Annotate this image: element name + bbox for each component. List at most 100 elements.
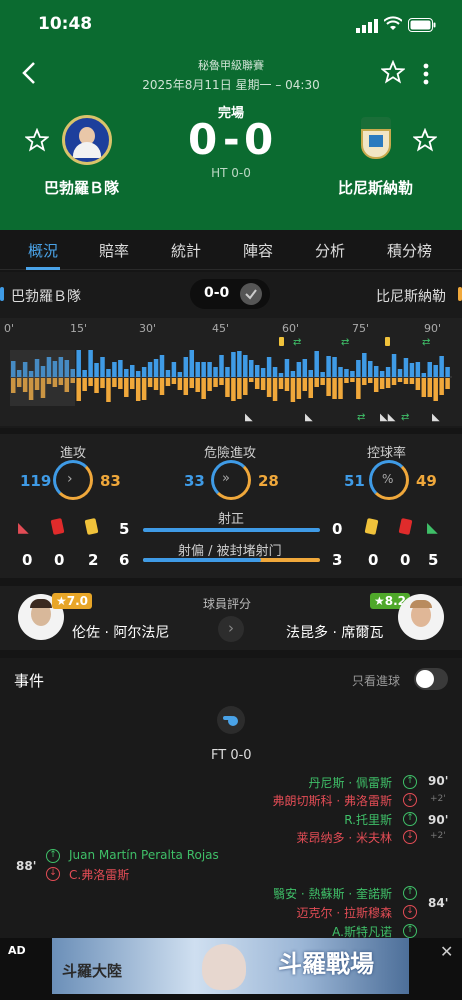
momentum-away-bar — [153, 378, 159, 390]
momentum-home-bar — [189, 350, 194, 377]
momentum-away-bar — [141, 378, 147, 400]
sub-in-icon: ↑ — [403, 886, 417, 900]
momentum-home-bar — [326, 356, 331, 377]
home-follow-star-icon[interactable] — [24, 127, 50, 156]
svg-text:⇄: ⇄ — [341, 337, 349, 348]
momentum-away-bar — [219, 378, 224, 385]
momentum-home-bar — [213, 367, 218, 377]
momentum-away-bar — [350, 378, 355, 382]
momentum-bars: ⇄ ⇄ ⇄ ◣ ◣ ⇄ ◣◣ ⇄ ◣ — [10, 337, 452, 423]
momentum-home-bar — [397, 369, 403, 377]
home-player-rating: ★7.0 — [52, 593, 93, 609]
momentum-home-bar — [272, 367, 278, 377]
tab-stats[interactable]: 統計 — [171, 240, 201, 261]
momentum-away-bar — [135, 378, 141, 401]
momentum-away-bar — [427, 378, 432, 397]
away-follow-star-icon[interactable] — [412, 127, 438, 156]
possession-label: 控球率 — [367, 446, 407, 461]
tab-bar: 概況 賠率 統計 陣容 分析 積分榜 — [0, 230, 462, 270]
momentum-away-team: 比尼斯納勒 — [376, 289, 446, 305]
player-ratings-card[interactable]: ★7.0 伦佐 · 阿尔法尼 球員評分 › 法昆多 · 席爾瓦 ★8.2 — [0, 586, 462, 650]
momentum-away-bar — [368, 378, 373, 383]
signal-icon — [356, 18, 378, 37]
event-minute: 90' — [428, 813, 449, 827]
tab-odds[interactable]: 賠率 — [99, 240, 129, 261]
events-card: 事件 只看進球 FT 0-0 丹尼斯 · 佩雷斯 ↑ 90' 弗朗切斯科 · 弗… — [0, 658, 462, 939]
momentum-away-bar — [290, 378, 296, 402]
momentum-away-bar — [314, 378, 319, 387]
tab-standings[interactable]: 積分榜 — [387, 240, 432, 261]
momentum-home-bar — [183, 357, 189, 377]
momentum-home-bar — [165, 370, 171, 377]
svg-text:⇄: ⇄ — [293, 337, 301, 348]
more-menu-icon[interactable] — [418, 62, 434, 90]
momentum-away-bar — [326, 378, 331, 396]
momentum-home-bar — [118, 360, 123, 377]
sub-out-player[interactable]: C.弗洛雷斯 — [69, 866, 129, 883]
favorite-star-icon[interactable] — [380, 59, 406, 88]
corner-flag-icon: ◣ — [427, 520, 438, 536]
sub-in-player[interactable]: R.托里斯 — [344, 811, 392, 828]
momentum-home-bar — [445, 367, 450, 377]
momentum-away-bar — [403, 378, 409, 384]
momentum-home-bar — [290, 371, 296, 377]
momentum-away-bar — [94, 378, 99, 393]
momentum-home-bar — [350, 371, 355, 377]
sub-in-player[interactable]: 丹尼斯 · 佩雷斯 — [309, 774, 392, 791]
momentum-away-bar — [147, 378, 153, 387]
momentum-score-pill: 0-0 — [190, 279, 270, 309]
momentum-home-bar — [112, 362, 117, 377]
close-icon[interactable]: ✕ — [440, 942, 453, 961]
attack-ring — [53, 460, 93, 500]
momentum-away-bar — [159, 378, 165, 395]
goals-only-toggle[interactable] — [414, 668, 448, 690]
red-card-icon — [50, 518, 65, 535]
away-team-logo[interactable] — [357, 117, 395, 163]
wifi-icon — [383, 16, 403, 36]
sub-out-player[interactable]: 莱昂纳多 · 米夫林 — [297, 829, 392, 846]
momentum-away-bar — [362, 378, 367, 385]
tab-analysis[interactable]: 分析 — [315, 240, 345, 261]
momentum-home-bar — [207, 362, 212, 377]
momentum-home-bar — [195, 362, 200, 377]
tab-lineups[interactable]: 陣容 — [243, 240, 273, 261]
momentum-home-bar — [368, 361, 373, 377]
ad-image[interactable]: 斗羅大陸 斗羅戰場 — [52, 938, 409, 994]
possession-away: 49 — [416, 472, 437, 490]
momentum-away-bar — [213, 378, 218, 387]
momentum-away-bar — [201, 378, 206, 399]
sub-in-player[interactable]: 翳安 · 熱蘇斯 · 奎諾斯 — [273, 885, 392, 902]
sub-in-icon: ↑ — [403, 775, 417, 789]
momentum-home-team: 巴勃羅Ｂ隊 — [11, 289, 81, 305]
away-player-name[interactable]: 法昆多 · 席爾瓦 — [286, 622, 383, 642]
momentum-home-bar — [308, 370, 313, 377]
momentum-home-bar — [379, 371, 385, 377]
tab-overview[interactable]: 概況 — [28, 240, 58, 261]
home-corners: 0 — [22, 551, 33, 569]
momentum-home-bar — [260, 368, 266, 377]
svg-text:◣: ◣ — [245, 412, 253, 423]
sub-out-player[interactable]: 迈克尔 · 拉斯穆森 — [297, 904, 392, 921]
ad-character-image — [202, 944, 246, 990]
red-card-icon — [398, 518, 413, 535]
yellow-card-icon — [364, 518, 379, 535]
momentum-home-bar — [302, 359, 308, 377]
momentum-home-bar — [124, 369, 129, 377]
momentum-away-bar — [88, 378, 93, 386]
events-title: 事件 — [14, 672, 45, 690]
momentum-away-bar — [320, 378, 325, 385]
sub-in-player[interactable]: Juan Martín Peralta Rojas — [69, 848, 219, 862]
home-player-name[interactable]: 伦佐 · 阿尔法尼 — [72, 622, 169, 642]
momentum-home-bar — [159, 355, 165, 377]
home-team-name[interactable]: 巴勃羅Ｂ隊 — [44, 177, 119, 198]
ad-banner[interactable]: AD 斗羅大陸 斗羅戰場 ✕ — [0, 938, 462, 1000]
yellow-card-icon — [84, 518, 99, 535]
momentum-card: 巴勃羅Ｂ隊 0-0 比尼斯納勒 0' 15' 30' 45' 60' 75' 9… — [0, 272, 462, 428]
home-team-logo[interactable] — [62, 115, 112, 165]
momentum-home-bar — [278, 373, 284, 377]
chevron-right-icon[interactable]: › — [218, 616, 244, 642]
away-team-name[interactable]: 比尼斯納勒 — [338, 177, 413, 198]
momentum-away-bar — [433, 378, 438, 401]
away-off-target: 3 — [332, 551, 343, 569]
sub-out-player[interactable]: 弗朗切斯科 · 弗洛雷斯 — [273, 792, 392, 809]
